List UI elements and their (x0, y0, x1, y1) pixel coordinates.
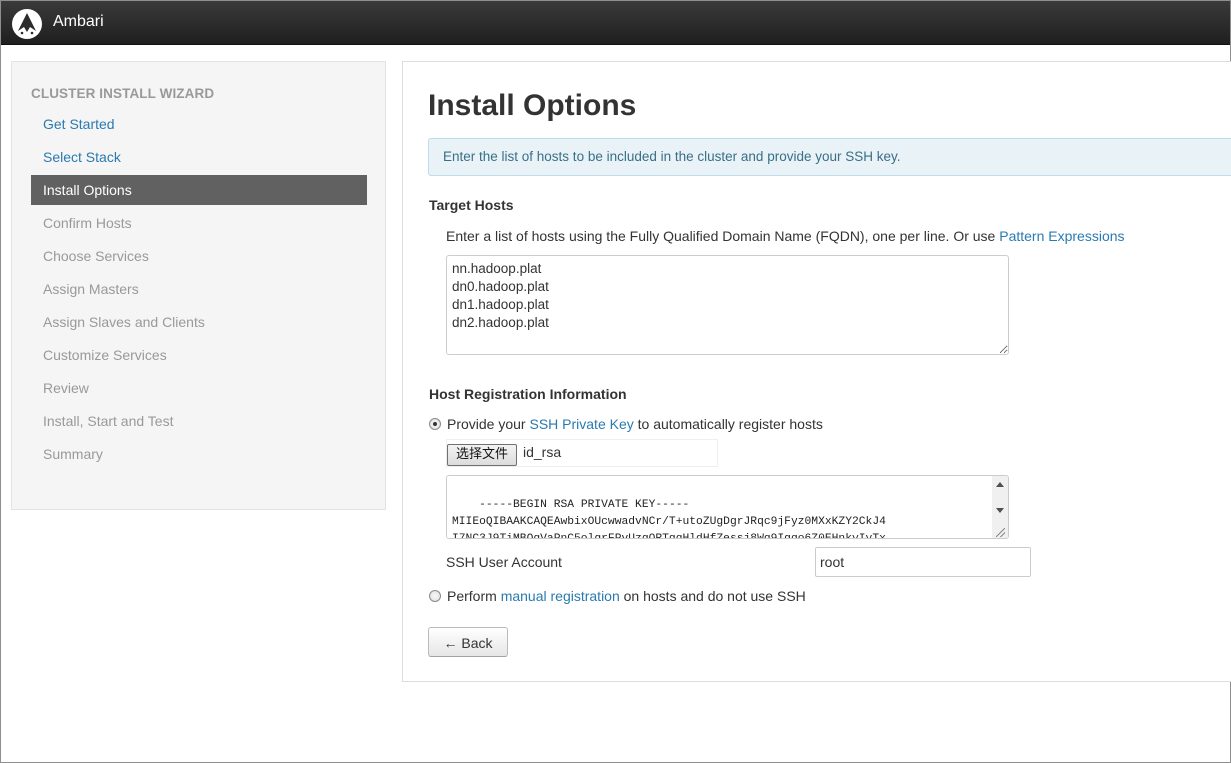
scroll-up-arrow-icon[interactable] (996, 482, 1004, 487)
ssh-private-key-textarea[interactable]: -----BEGIN RSA PRIVATE KEY----- MIIEoQIB… (446, 475, 1009, 539)
manual-registration-option[interactable]: Perform manual registration on hosts and… (429, 588, 806, 604)
manual-registration-radio[interactable] (429, 590, 441, 602)
sidebar-item-install-start-test: Install, Start and Test (43, 413, 174, 429)
sidebar-heading: CLUSTER INSTALL WIZARD (31, 86, 215, 101)
hint-text: Enter a list of hosts using the Fully Qu… (446, 228, 996, 244)
target-hosts-hint: Enter a list of hosts using the Fully Qu… (446, 228, 1125, 244)
back-button[interactable]: ← Back (428, 627, 508, 657)
manual-registration-link[interactable]: manual registration (501, 588, 620, 604)
choose-file-button[interactable]: 选择文件 (447, 444, 518, 466)
target-hosts-heading: Target Hosts (429, 197, 514, 213)
ssh-option-prefix: Provide your (447, 416, 526, 432)
sidebar-item-assign-slaves: Assign Slaves and Clients (43, 314, 205, 330)
sidebar-item-assign-masters: Assign Masters (43, 281, 139, 297)
manual-option-prefix: Perform (447, 588, 497, 604)
key-resize-corner[interactable] (992, 520, 1008, 538)
ssh-key-radio[interactable] (429, 418, 441, 430)
sidebar-item-select-stack[interactable]: Select Stack (31, 142, 367, 175)
ssh-key-option[interactable]: Provide your SSH Private Key to automati… (429, 416, 823, 432)
pattern-expressions-link[interactable]: Pattern Expressions (999, 228, 1124, 244)
sidebar-item-confirm-hosts: Confirm Hosts (43, 215, 132, 231)
sidebar-item-review: Review (43, 380, 89, 396)
file-chooser: 选择文件 id_rsa (446, 439, 718, 467)
target-hosts-textarea[interactable]: nn.hadoop.plat dn0.hadoop.plat dn1.hadoo… (446, 255, 1009, 355)
resize-grip-icon[interactable] (996, 528, 1005, 537)
ssh-option-suffix: to automatically register hosts (637, 416, 823, 432)
sidebar-item-summary: Summary (43, 446, 103, 462)
top-navbar: Ambari (1, 1, 1230, 45)
scroll-down-arrow-icon[interactable] (996, 508, 1004, 513)
private-key-text: -----BEGIN RSA PRIVATE KEY----- MIIEoQIB… (452, 499, 886, 539)
ssh-private-key-link[interactable]: SSH Private Key (529, 416, 633, 432)
host-registration-heading: Host Registration Information (429, 386, 627, 402)
selected-file-name: id_rsa (523, 444, 562, 460)
sidebar-item-choose-services: Choose Services (43, 248, 149, 264)
manual-option-suffix: on hosts and do not use SSH (623, 588, 806, 604)
app-title[interactable]: Ambari (53, 13, 104, 31)
main-panel: Install Options Enter the list of hosts … (402, 61, 1231, 682)
sidebar-item-customize-services: Customize Services (43, 347, 167, 363)
wizard-sidebar: CLUSTER INSTALL WIZARD Get Started Selec… (11, 61, 386, 510)
wizard-steps: Get Started Select Stack Install Options… (31, 109, 367, 472)
sidebar-item-get-started[interactable]: Get Started (31, 109, 367, 142)
ambari-logo-icon[interactable] (11, 8, 43, 40)
sidebar-item-install-options[interactable]: Install Options (31, 175, 367, 205)
info-alert: Enter the list of hosts to be included i… (428, 138, 1231, 176)
ssh-user-account-label: SSH User Account (446, 554, 562, 570)
page-title: Install Options (428, 89, 637, 122)
ssh-user-account-input[interactable] (815, 547, 1031, 577)
key-scrollbar[interactable] (992, 476, 1008, 520)
